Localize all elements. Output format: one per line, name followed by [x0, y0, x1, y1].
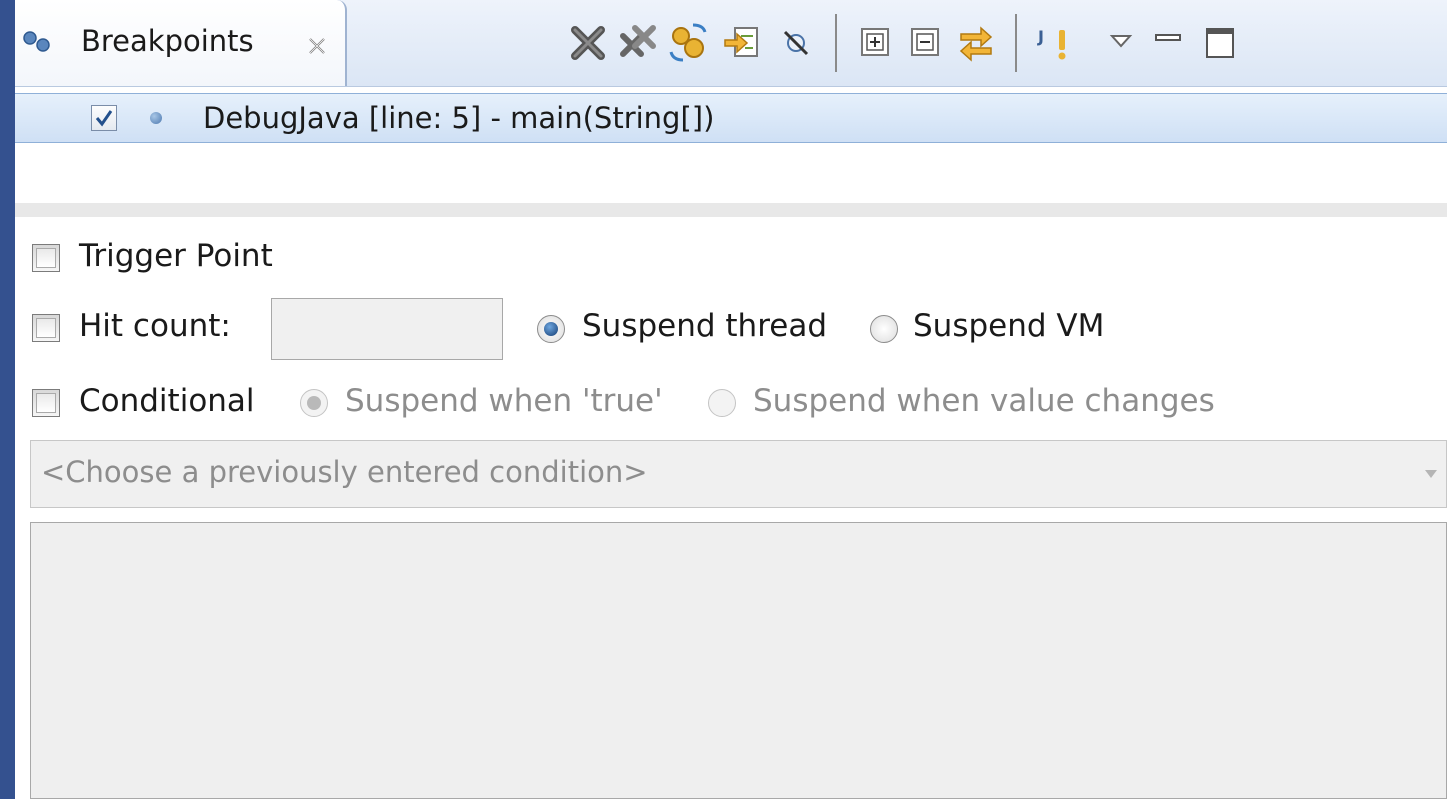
- add-java-exception-breakpoint-icon[interactable]: J: [1035, 22, 1077, 64]
- breakpoint-enabled-checkbox[interactable]: [91, 105, 117, 131]
- suspend-vm-label: Suspend VM: [913, 308, 1105, 344]
- suspend-when-changes-radio[interactable]: [708, 389, 736, 417]
- tab-title: Breakpoints: [81, 24, 254, 58]
- suspend-when-true-label: Suspend when 'true': [345, 383, 663, 419]
- conditional-checkbox[interactable]: [32, 389, 60, 417]
- collapse-all-icon[interactable]: [905, 22, 947, 64]
- trigger-point-label: Trigger Point: [79, 238, 273, 274]
- hit-count-input[interactable]: [271, 298, 503, 360]
- show-supported-breakpoints-icon[interactable]: [667, 22, 709, 64]
- remove-all-icon[interactable]: [617, 22, 659, 64]
- breakpoints-tab[interactable]: Breakpoints: [15, 0, 347, 86]
- expand-all-icon[interactable]: [855, 22, 897, 64]
- breakpoint-icon: [150, 112, 162, 124]
- suspend-thread-label: Suspend thread: [582, 308, 828, 344]
- conditional-label: Conditional: [79, 383, 255, 419]
- svg-text:J: J: [1037, 27, 1044, 46]
- suspend-when-changes-label: Suspend when value changes: [753, 383, 1215, 419]
- close-icon[interactable]: [307, 36, 327, 56]
- breakpoints-list: DebugJava [line: 5] - main(String[]): [15, 87, 1447, 203]
- trigger-point-checkbox[interactable]: [32, 244, 60, 272]
- toolbar-separator: [835, 14, 837, 72]
- sash-divider[interactable]: [15, 203, 1447, 217]
- link-with-debug-view-icon[interactable]: [955, 22, 997, 64]
- view-menu-icon[interactable]: [1100, 22, 1142, 64]
- maximize-icon[interactable]: [1200, 22, 1242, 64]
- condition-history-combo[interactable]: <Choose a previously entered condition>: [30, 440, 1447, 508]
- hit-count-checkbox[interactable]: [32, 314, 60, 342]
- remove-selected-icon[interactable]: [567, 22, 609, 64]
- toolbar-separator: [1015, 14, 1017, 72]
- suspend-when-true-radio[interactable]: [300, 389, 328, 417]
- condition-history-placeholder: <Choose a previously entered condition>: [41, 455, 648, 489]
- minimize-icon[interactable]: [1148, 22, 1190, 64]
- suspend-thread-radio[interactable]: [537, 315, 565, 343]
- breakpoint-row[interactable]: DebugJava [line: 5] - main(String[]): [15, 93, 1447, 143]
- condition-editor[interactable]: [30, 522, 1447, 799]
- breakpoint-detail-pane: Trigger Point Hit count: Suspend thread …: [15, 217, 1447, 799]
- hit-count-label: Hit count:: [79, 308, 231, 344]
- checkmark-icon: [95, 110, 113, 127]
- go-to-file-icon[interactable]: [721, 22, 763, 64]
- breakpoints-view: Breakpoints J DebugJava [line: 5] - main…: [15, 0, 1447, 799]
- view-tab-bar: Breakpoints J: [15, 0, 1447, 87]
- breakpoints-icon: [23, 31, 50, 52]
- breakpoint-label: DebugJava [line: 5] - main(String[]): [203, 101, 715, 135]
- chevron-down-icon: [1425, 470, 1437, 478]
- skip-all-breakpoints-icon[interactable]: [775, 22, 817, 64]
- suspend-vm-radio[interactable]: [870, 315, 898, 343]
